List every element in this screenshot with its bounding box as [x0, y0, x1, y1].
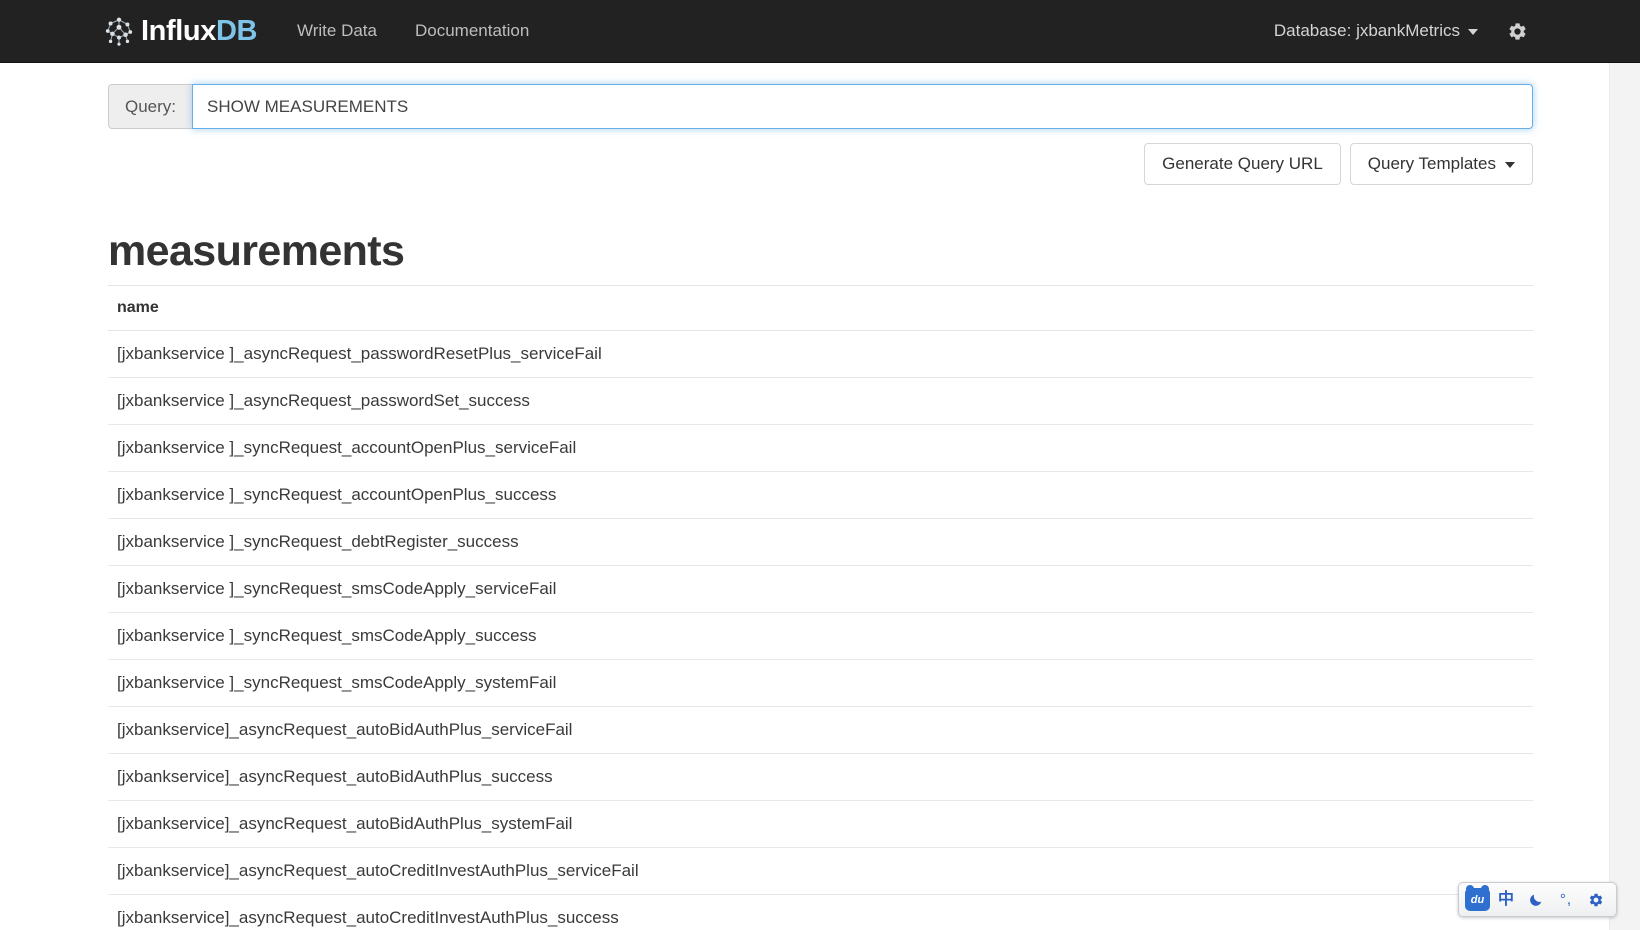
measurement-name-cell: [jxbankservice]_asyncRequest_autoBidAuth… [108, 706, 1533, 755]
measurement-name-cell: [jxbankservice]_asyncRequest_autoCreditI… [108, 847, 1533, 896]
measurement-name-cell: [jxbankservice]_asyncRequest_autoCreditI… [108, 894, 1533, 930]
ime-language-mode-button[interactable]: 中 [1492, 887, 1520, 912]
query-input-group: Query: [108, 84, 1533, 129]
query-row: Query: [0, 84, 1610, 129]
nav-link-write-data[interactable]: Write Data [278, 0, 396, 62]
gear-icon [1508, 22, 1526, 40]
measurement-name-cell: [jxbankservice]_asyncRequest_autoBidAuth… [108, 800, 1533, 849]
table-row: [jxbankservice ]_syncRequest_accountOpen… [108, 471, 1533, 520]
table-body: [jxbankservice ]_asyncRequest_passwordRe… [108, 330, 1533, 930]
influxdb-admin-page: InfluxDB Write Data Documentation Databa… [0, 0, 1640, 930]
influxdb-molecule-logo-icon [105, 17, 133, 46]
settings-button[interactable] [1498, 0, 1536, 62]
query-actions-row: Generate Query URL Query Templates [0, 143, 1610, 185]
measurement-name-cell: [jxbankservice ]_asyncRequest_passwordRe… [108, 330, 1533, 379]
ime-language-mode-label: 中 [1497, 890, 1514, 908]
query-input[interactable] [192, 84, 1533, 129]
database-selector-label: Database: jxbankMetrics [1273, 21, 1460, 40]
ime-settings-button[interactable] [1582, 887, 1610, 912]
baidu-ime-toolbar[interactable]: du 中 °, [1458, 882, 1617, 917]
measurements-table: name [jxbankservice ]_asyncRequest_passw… [108, 285, 1533, 930]
measurement-name-cell: [jxbankservice ]_syncRequest_debtRegiste… [108, 518, 1533, 567]
moon-icon [1530, 894, 1542, 906]
baidu-ime-logo-icon[interactable]: du [1465, 885, 1490, 911]
generate-query-url-label: Generate Query URL [1162, 154, 1323, 173]
column-header-name: name [108, 285, 1533, 332]
table-header-row: name [108, 285, 1533, 332]
table-row: [jxbankservice ]_asyncRequest_passwordRe… [108, 330, 1533, 379]
results-title: measurements [108, 227, 405, 275]
query-label: Query: [108, 84, 193, 129]
navbar-right-group: Database: jxbankMetrics [1260, 0, 1536, 62]
brand-logo-link[interactable]: InfluxDB [104, 0, 257, 62]
table-row: [jxbankservice]_asyncRequest_autoCreditI… [108, 847, 1533, 896]
measurement-name-cell: [jxbankservice ]_asyncRequest_passwordSe… [108, 377, 1533, 426]
measurement-name-cell: [jxbankservice ]_syncRequest_smsCodeAppl… [108, 659, 1533, 708]
measurement-name-cell: [jxbankservice]_asyncRequest_autoBidAuth… [108, 753, 1533, 802]
table-row: [jxbankservice ]_syncRequest_debtRegiste… [108, 518, 1533, 567]
measurement-name-cell: [jxbankservice ]_syncRequest_smsCodeAppl… [108, 565, 1533, 614]
table-row: [jxbankservice]_asyncRequest_autoBidAuth… [108, 753, 1533, 802]
database-selector-dropdown[interactable]: Database: jxbankMetrics [1260, 0, 1492, 62]
ime-punctuation-button[interactable]: °, [1552, 887, 1580, 912]
table-row: [jxbankservice ]_syncRequest_smsCodeAppl… [108, 612, 1533, 661]
main-content: Query: Generate Query URL Query Template… [0, 84, 1610, 930]
brand-text: InfluxDB [141, 14, 258, 47]
measurement-name-cell: [jxbankservice ]_syncRequest_smsCodeAppl… [108, 612, 1533, 661]
measurement-name-cell: [jxbankservice ]_syncRequest_accountOpen… [108, 471, 1533, 520]
gear-icon [1589, 893, 1603, 906]
nav-link-documentation[interactable]: Documentation [396, 0, 548, 62]
table-row: [jxbankservice]_asyncRequest_autoCreditI… [108, 894, 1533, 930]
brand-text-db: DB [215, 14, 258, 47]
chevron-down-icon [1468, 29, 1478, 35]
measurement-name-cell: [jxbankservice ]_syncRequest_accountOpen… [108, 424, 1533, 473]
table-row: [jxbankservice ]_asyncRequest_passwordSe… [108, 377, 1533, 426]
query-templates-label: Query Templates [1367, 154, 1496, 173]
results-section: measurements name [jxbankservice ]_async… [0, 227, 1610, 930]
table-head: name [108, 285, 1533, 332]
table-row: [jxbankservice]_asyncRequest_autoBidAuth… [108, 800, 1533, 849]
generate-query-url-button[interactable]: Generate Query URL [1144, 143, 1341, 185]
navbar-links: Write Data Documentation [278, 0, 548, 62]
table-row: [jxbankservice ]_syncRequest_accountOpen… [108, 424, 1533, 473]
top-navbar: InfluxDB Write Data Documentation Databa… [0, 0, 1640, 63]
chevron-down-icon [1505, 162, 1515, 168]
table-row: [jxbankservice ]_syncRequest_smsCodeAppl… [108, 659, 1533, 708]
page-right-gutter [1609, 0, 1640, 930]
ime-punctuation-label: °, [1559, 891, 1573, 908]
table-row: [jxbankservice ]_syncRequest_smsCodeAppl… [108, 565, 1533, 614]
baidu-ime-logo-text: du [1470, 893, 1485, 906]
table-row: [jxbankservice]_asyncRequest_autoBidAuth… [108, 706, 1533, 755]
ime-moon-mode-button[interactable] [1522, 887, 1550, 912]
brand-text-influx: Influx [141, 14, 216, 47]
query-templates-dropdown-button[interactable]: Query Templates [1349, 143, 1533, 185]
